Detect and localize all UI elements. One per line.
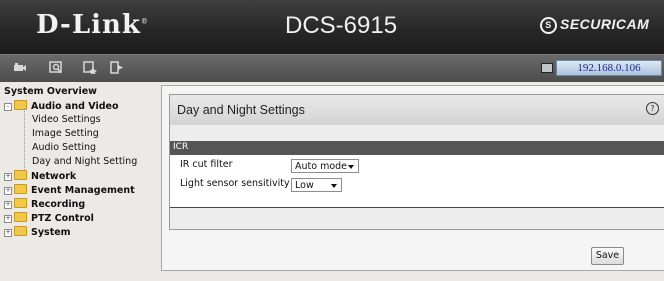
content-area: Day and Night Settings ? ICR IR cut filt… [161,85,664,271]
camera-model-title: DCS-6915 [285,12,398,39]
sidebar-item-video-settings[interactable]: Video Settings [32,114,101,125]
folder-icon [14,184,27,194]
expand-icon[interactable]: + [4,201,12,209]
folder-icon [14,170,27,180]
sidebar-tree: System Overview - Audio and Video Video S… [0,82,158,281]
folder-icon [14,226,27,236]
expand-icon[interactable]: + [4,215,12,223]
page-title: Day and Night Settings [177,103,305,117]
sidebar-group-recording[interactable]: + Recording [4,198,85,210]
dlink-logo: D-Link® [36,10,149,40]
sidebar-item-audio-setting[interactable]: Audio Setting [32,142,96,153]
folder-icon [14,198,27,208]
toolbar: 192.168.0.106 [0,54,664,82]
expand-icon[interactable]: + [4,229,12,237]
expand-icon[interactable]: + [4,173,12,181]
light-sensor-sensitivity-select[interactable]: Low [291,178,342,192]
chevron-down-icon [331,184,337,188]
collapse-icon[interactable]: - [4,103,12,111]
logout-icon[interactable] [110,61,124,74]
section-header-icr: ICR [170,141,664,155]
folder-icon [14,212,27,222]
tree-connector [24,108,25,172]
light-sensor-sensitivity-label: Light sensor sensitivity [180,178,290,189]
sidebar-item-day-night-setting[interactable]: Day and Night Setting [32,156,137,167]
settings-panel: Day and Night Settings ? ICR IR cut filt… [169,94,664,230]
sidebar-group-system[interactable]: + System [4,226,71,238]
help-icon[interactable]: ? [646,102,659,115]
maintenance-icon[interactable] [83,61,97,74]
panel-header: Day and Night Settings ? [170,95,664,125]
sidebar-group-ptz-control[interactable]: + PTZ Control [4,212,94,224]
live-video-icon[interactable] [13,61,27,74]
sidebar-group-network[interactable]: + Network [4,170,76,182]
folder-open-icon [14,100,27,110]
ir-cut-filter-select[interactable]: Auto mode [291,159,359,173]
monitor-icon [541,63,553,73]
section-title: ICR [173,142,189,152]
expand-icon[interactable]: + [4,187,12,195]
ip-address: 192.168.0.106 [556,60,662,76]
ir-cut-filter-label: IR cut filter [180,159,233,170]
sidebar-group-event-management[interactable]: + Event Management [4,184,135,196]
sidebar-group-audio-video[interactable]: - Audio and Video [4,100,119,112]
securicam-logo: S SECURICAM [540,16,649,34]
sidebar-item-image-setting[interactable]: Image Setting [32,128,99,139]
chevron-down-icon [348,165,354,169]
save-button[interactable]: Save [591,247,624,265]
setup-icon[interactable] [49,61,63,74]
sidebar-item-system-overview[interactable]: System Overview [4,86,97,97]
section-body: IR cut filter Auto mode Light sensor sen… [170,155,664,208]
header-bar: D-Link® DCS-6915 S SECURICAM [0,0,664,54]
